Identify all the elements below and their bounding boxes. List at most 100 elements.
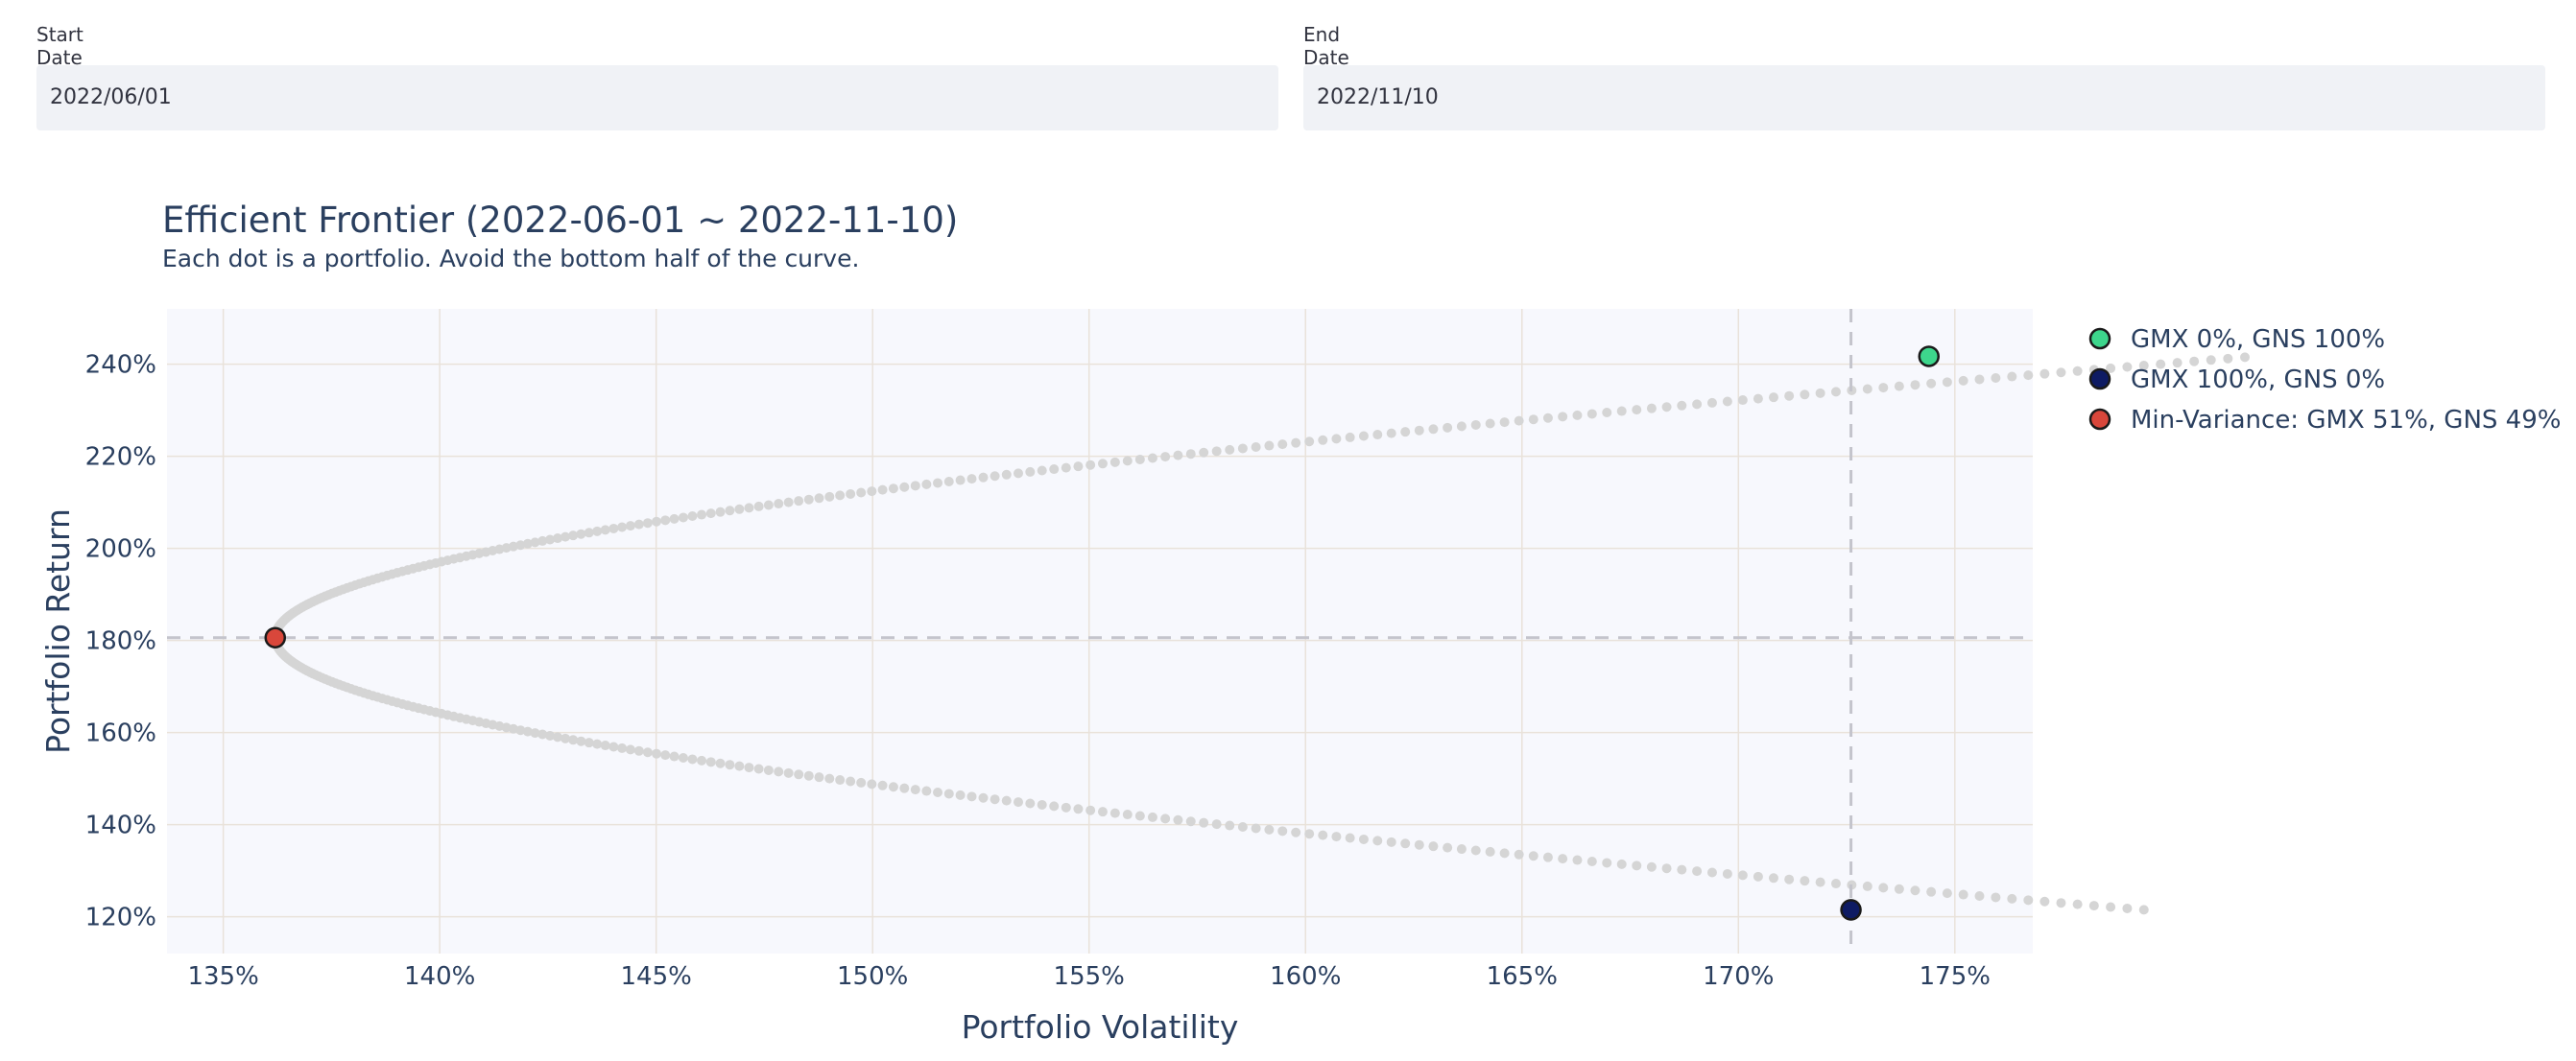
- frontier-dot: [1586, 409, 1597, 419]
- frontier-dot: [794, 769, 804, 780]
- frontier-dot: [1304, 436, 1315, 447]
- frontier-dot: [1211, 446, 1222, 457]
- frontier-dot: [1251, 823, 1261, 834]
- frontier-dot: [608, 523, 619, 533]
- frontier-dot: [1085, 460, 1096, 470]
- frontier-dot: [2056, 898, 2066, 908]
- frontier-dot: [1173, 814, 1183, 825]
- frontier-dot: [1958, 889, 1968, 900]
- frontier-dot: [955, 790, 966, 800]
- frontier-dot: [1251, 442, 1261, 452]
- frontier-dot: [734, 761, 745, 771]
- frontier-dot: [1134, 811, 1145, 821]
- y-tick-label: 140%: [85, 812, 156, 840]
- frontier-dot: [1061, 802, 1071, 813]
- frontier-dot: [753, 501, 764, 511]
- frontier-dot: [1211, 819, 1222, 830]
- y-axis-ticks: 120% 140% 160% 180% 200% 220% 240%: [85, 351, 156, 932]
- frontier-dot: [1001, 795, 1012, 806]
- frontier-dot: [824, 773, 835, 784]
- x-tick-label: 140%: [404, 962, 475, 991]
- frontier-dot: [600, 525, 610, 535]
- frontier-dot: [824, 491, 835, 502]
- frontier-dot: [1602, 408, 1612, 417]
- frontier-dot: [1661, 402, 1672, 413]
- frontier-dot: [877, 780, 888, 790]
- frontier-dot: [1277, 826, 1288, 837]
- frontier-dot: [888, 483, 898, 494]
- frontier-dot: [1400, 427, 1411, 437]
- legend-swatch: [2088, 408, 2111, 431]
- frontier-dot: [669, 751, 680, 762]
- frontier-dot: [1514, 849, 1524, 860]
- y-tick-label: 120%: [85, 904, 156, 932]
- frontier-dot: [600, 741, 610, 751]
- frontier-dot: [1147, 812, 1157, 822]
- frontier-dot: [856, 487, 867, 498]
- frontier-dot: [1753, 871, 1763, 882]
- frontier-dot: [1037, 799, 1047, 810]
- x-tick-label: 160%: [1270, 962, 1341, 991]
- frontier-dot: [1815, 877, 1825, 887]
- frontier-dot: [2072, 365, 2083, 376]
- frontier-dot: [753, 764, 764, 774]
- frontier-dot: [744, 763, 754, 773]
- frontier-dot: [576, 529, 586, 539]
- frontier-dot: [2023, 370, 2034, 381]
- frontier-dot: [1768, 392, 1778, 403]
- frontier-dot: [608, 742, 619, 752]
- frontier-dot: [1264, 440, 1275, 451]
- frontier-dot: [1784, 874, 1795, 884]
- frontier-dot: [966, 474, 977, 484]
- highlight-point: [1918, 345, 1940, 367]
- frontier-dot: [660, 750, 671, 761]
- frontier-dot: [633, 745, 644, 756]
- frontier-dot: [1878, 383, 1889, 393]
- frontier-dot: [1173, 450, 1183, 460]
- frontier-dot: [1800, 876, 1810, 886]
- frontier-dot: [2138, 905, 2149, 915]
- frontier-dot: [705, 508, 716, 519]
- chart-subtitle: Each dot is a portfolio. Avoid the botto…: [162, 245, 859, 272]
- frontier-dot: [617, 743, 628, 753]
- frontier-dot: [877, 484, 888, 495]
- frontier-dot: [1514, 415, 1524, 426]
- frontier-dot: [2223, 353, 2233, 364]
- frontier-dot: [1049, 464, 1060, 475]
- frontier-dot: [584, 528, 594, 538]
- frontier-dot: [2072, 899, 2083, 909]
- frontier-dot: [1692, 866, 1703, 877]
- frontier-dot: [1331, 832, 1342, 842]
- frontier-dot: [1862, 384, 1872, 394]
- frontier-dot: [1499, 848, 1510, 859]
- frontier-dot: [1318, 435, 1328, 445]
- frontier-dot: [966, 791, 977, 802]
- frontier-dot: [744, 503, 754, 513]
- frontier-dot: [2122, 903, 2133, 913]
- frontier-dot: [803, 494, 814, 505]
- frontier-dot: [1800, 389, 1810, 400]
- frontier-dot: [1414, 425, 1424, 436]
- frontier-dot: [1025, 466, 1036, 477]
- frontier-dot: [2056, 367, 2066, 378]
- frontier-dot: [1037, 465, 1047, 476]
- frontier-dot: [888, 782, 898, 792]
- frontier-dot: [1428, 424, 1439, 435]
- frontier-dot: [660, 515, 671, 526]
- highlight-point: [264, 626, 287, 648]
- frontier-dot: [1386, 837, 1396, 847]
- frontier-dot: [1528, 414, 1538, 425]
- frontier-dot: [763, 500, 774, 510]
- legend-label: GMX 0%, GNS 100%: [2131, 325, 2385, 354]
- frontier-dot: [1632, 861, 1642, 871]
- frontier-dot: [910, 785, 920, 795]
- frontier-dot: [1199, 817, 1209, 828]
- frontier-dot: [910, 481, 920, 491]
- frontier-dot: [725, 760, 735, 770]
- frontier-dot: [1264, 824, 1275, 835]
- frontier-dot: [933, 788, 943, 797]
- frontier-dot: [642, 518, 653, 529]
- y-tick-label: 200%: [85, 535, 156, 564]
- frontier-dot: [1737, 870, 1748, 881]
- frontier-dot: [2039, 896, 2050, 907]
